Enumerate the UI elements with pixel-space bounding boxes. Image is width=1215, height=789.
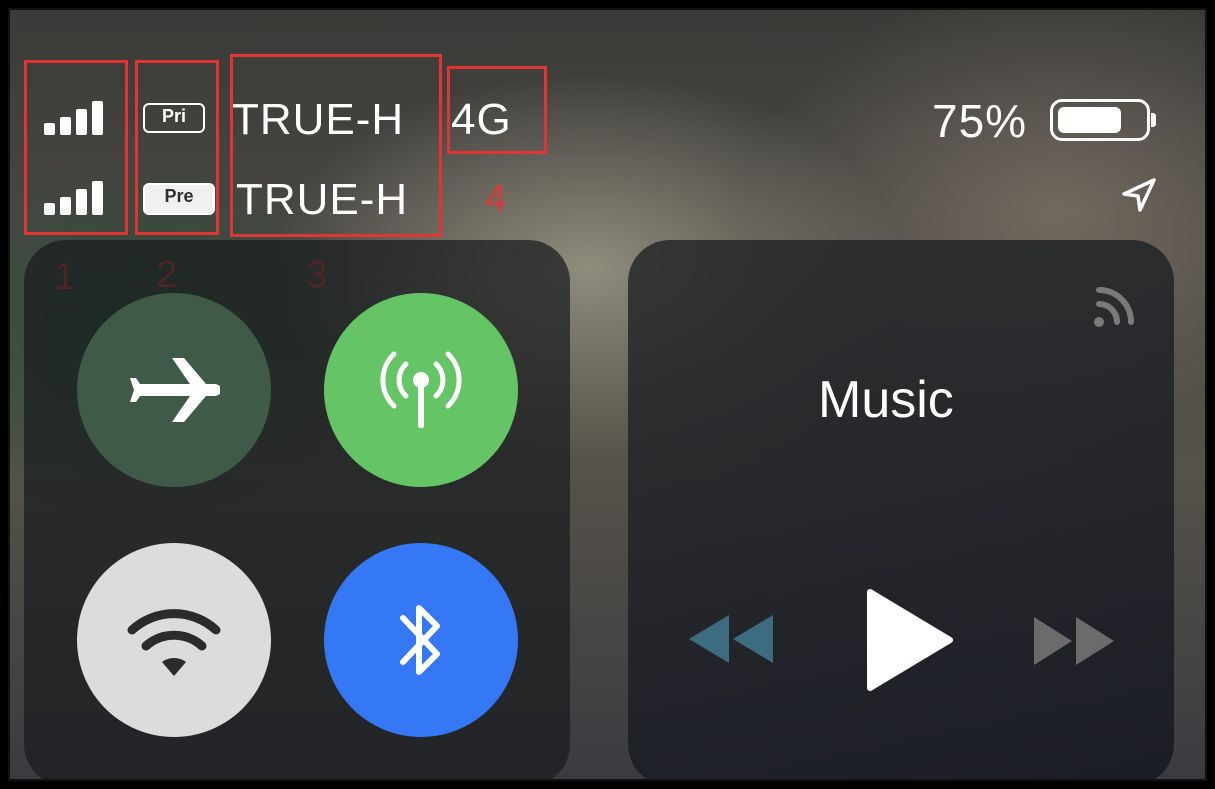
airplane-icon: [130, 358, 220, 422]
play-icon[interactable]: [862, 586, 958, 694]
now-playing-title: Music: [818, 371, 954, 429]
wifi-icon: [127, 609, 221, 676]
cellular-antenna-icon: [380, 351, 462, 428]
location-arrow-icon: [1122, 178, 1156, 212]
bluetooth-button[interactable]: [324, 543, 518, 737]
battery-icon: [1050, 99, 1150, 141]
annotation-number: 4: [485, 178, 507, 220]
control-center: Pri Pre TRUE-H TRUE-H 4G 1 2 3 4 75%: [8, 8, 1207, 781]
battery-terminal: [1151, 113, 1156, 127]
airplay-audio-icon[interactable]: [1083, 278, 1143, 338]
battery-level-fill: [1058, 107, 1121, 133]
fast-forward-icon[interactable]: [1028, 615, 1122, 667]
annotation-box-network: [447, 66, 547, 154]
cellular-data-button[interactable]: [324, 293, 518, 487]
annotation-box-signal: [24, 60, 128, 235]
bluetooth-icon: [400, 605, 440, 675]
rewind-icon[interactable]: [685, 611, 779, 667]
airplane-mode-button[interactable]: [77, 293, 271, 487]
battery-percentage: 75%: [932, 95, 1028, 147]
wifi-button[interactable]: [77, 543, 271, 737]
annotation-box-sim-label: [135, 60, 219, 235]
annotation-box-carrier: [230, 54, 442, 237]
